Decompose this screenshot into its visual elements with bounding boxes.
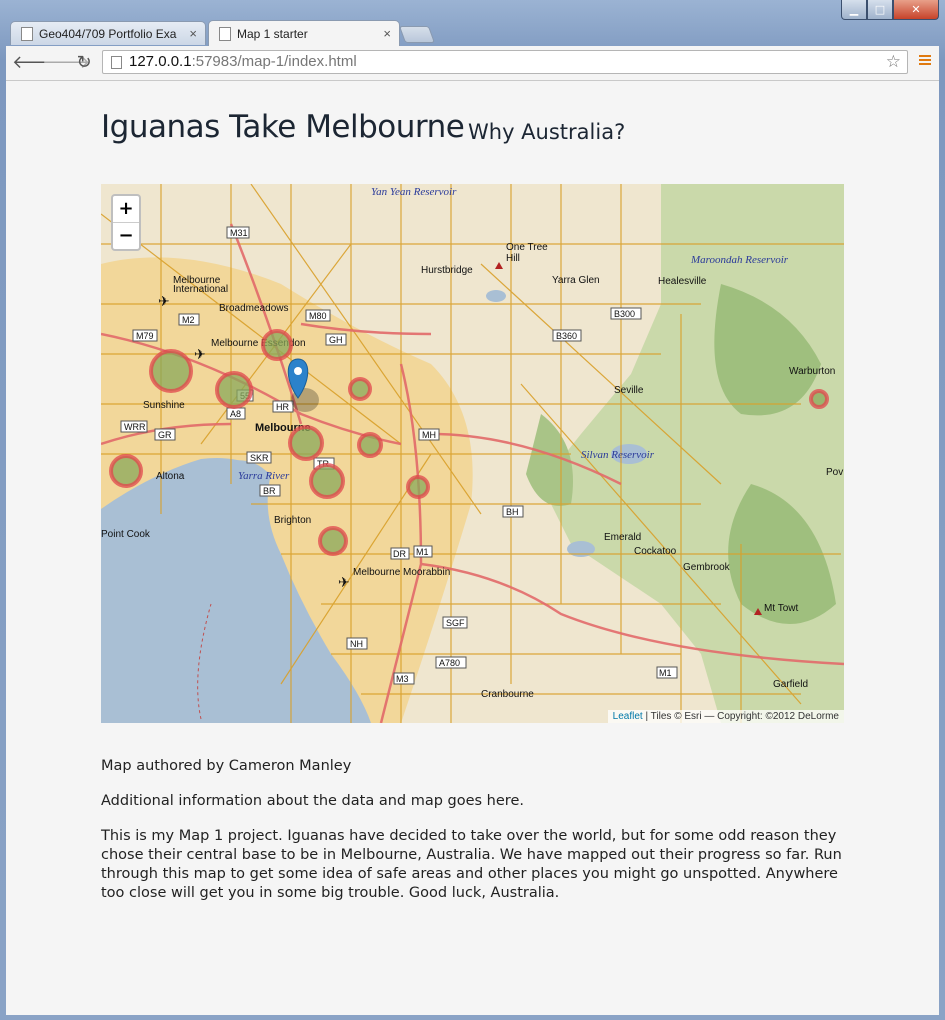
reload-icon[interactable]: ↻: [72, 51, 96, 75]
map-label-cranbourne: Cranbourne: [481, 689, 534, 700]
map-label-garfield: Garfield: [773, 679, 808, 690]
author-line: Map authored by Cameron Manley: [101, 758, 352, 774]
svg-text:HR: HR: [276, 402, 289, 412]
svg-text:MH: MH: [422, 430, 436, 440]
zoom-out-button[interactable]: −: [113, 222, 139, 249]
browser-toolbar: 🡐 🡒 ↻ 127.0.0.1:57983/map-1/index.html ☆: [6, 46, 939, 81]
map-label-yan-yean: Yan Yean Reservoir: [371, 186, 457, 198]
page-subtitle: Why Australia?: [468, 120, 626, 144]
svg-text:M31: M31: [230, 228, 248, 238]
map-label-cockatoo: Cockatoo: [634, 546, 677, 557]
svg-text:Hill: Hill: [506, 253, 520, 264]
forward-icon[interactable]: 🡒: [42, 51, 90, 75]
map-label-point-cook: Point Cook: [101, 529, 151, 540]
page-icon: [219, 26, 231, 41]
svg-text:SKR: SKR: [250, 453, 269, 463]
svg-text:M2: M2: [182, 315, 195, 325]
svg-text:WRR: WRR: [124, 422, 146, 432]
svg-text:A780: A780: [439, 658, 460, 668]
window-controls: ▁ □ ✕: [841, 0, 939, 20]
menu-icon[interactable]: [919, 53, 931, 67]
map-label-healesville: Healesville: [658, 276, 707, 287]
map-label-mt-towt: Mt Towt: [764, 603, 798, 614]
svg-text:B300: B300: [614, 309, 635, 319]
tab-label: Map 1 starter: [237, 26, 308, 41]
tab-map-1-starter[interactable]: Map 1 starter ×: [208, 20, 400, 46]
svg-text:M1: M1: [416, 547, 429, 557]
svg-text:BR: BR: [263, 486, 276, 496]
svg-text:M3: M3: [396, 674, 409, 684]
map-label-gembrook: Gembrook: [683, 562, 731, 573]
svg-text:DR: DR: [393, 549, 406, 559]
svg-text:A8: A8: [230, 409, 241, 419]
maximize-button[interactable]: □: [867, 0, 893, 20]
svg-text:B360: B360: [556, 331, 577, 341]
map-label-yarra-glen: Yarra Glen: [552, 275, 600, 286]
minimize-button[interactable]: ▁: [841, 0, 867, 20]
svg-text:M80: M80: [309, 311, 327, 321]
map-attribution: Leaflet | Tiles © Esri — Copyright: ©201…: [607, 710, 844, 723]
tab-close-icon[interactable]: ×: [383, 26, 391, 41]
svg-text:✈: ✈: [194, 346, 206, 362]
tab-portfolio[interactable]: Geo404/709 Portfolio Exa ×: [10, 21, 206, 45]
leaflet-link[interactable]: Leaflet: [613, 711, 643, 722]
map-label-yarra-river: Yarra River: [238, 470, 290, 482]
map-label-brighton: Brighton: [274, 515, 311, 526]
leaflet-map[interactable]: One Tree Hill Hurstbridge Yarra Glen Hea…: [101, 184, 844, 723]
description-paragraph: This is my Map 1 project. Iguanas have d…: [101, 828, 842, 901]
back-icon[interactable]: 🡐: [12, 51, 60, 75]
map-label-sunshine: Sunshine: [143, 400, 185, 411]
tab-label: Geo404/709 Portfolio Exa: [39, 26, 177, 41]
map-label-maroondah: Maroondah Reservoir: [690, 254, 789, 266]
url-host: 127.0.0.1: [129, 53, 192, 70]
svg-text:M79: M79: [136, 331, 154, 341]
svg-text:NH: NH: [350, 639, 363, 649]
map-label-seville: Seville: [614, 385, 644, 396]
svg-text:GR: GR: [158, 430, 172, 440]
browser-window: ▁ □ ✕ Geo404/709 Portfolio Exa × Map 1 s…: [0, 0, 945, 1020]
zoom-in-button[interactable]: +: [113, 196, 139, 222]
info-line: Additional information about the data an…: [101, 793, 524, 809]
new-tab-button[interactable]: [398, 26, 436, 43]
map-label-moorabbin: Melbourne Moorabbin: [353, 567, 450, 578]
map-label-silvan: Silvan Reservoir: [581, 449, 655, 461]
map-label-one-tree-hill: One Tree: [506, 242, 548, 253]
map-label-warburton: Warburton: [789, 366, 835, 377]
svg-text:International: International: [173, 284, 228, 295]
attribution-text: | Tiles © Esri — Copyright: ©2012 DeLorm…: [642, 711, 839, 722]
svg-text:SGF: SGF: [446, 618, 465, 628]
tab-strip: Geo404/709 Portfolio Exa × Map 1 starter…: [10, 19, 940, 46]
bookmark-star-icon[interactable]: ☆: [886, 51, 901, 73]
svg-text:GH: GH: [329, 335, 343, 345]
map-label-broadmeadows: Broadmeadows: [219, 303, 288, 314]
zoom-control: + −: [111, 194, 141, 251]
svg-text:M1: M1: [659, 668, 672, 678]
page-content: Iguanas Take Melbourne Why Australia? On…: [6, 81, 939, 1015]
map-label-emerald: Emerald: [604, 532, 641, 543]
url-path: :57983/map-1/index.html: [191, 53, 357, 70]
map-label-hurstbridge: Hurstbridge: [421, 265, 473, 276]
close-window-button[interactable]: ✕: [893, 0, 939, 20]
map-label-altona: Altona: [156, 471, 185, 482]
page-icon: [21, 26, 33, 41]
svg-text:✈: ✈: [158, 293, 170, 309]
address-bar[interactable]: 127.0.0.1:57983/map-1/index.html ☆: [102, 50, 908, 74]
tab-close-icon[interactable]: ×: [189, 26, 197, 41]
map-label-pow: Pov: [826, 467, 843, 478]
map-tiles[interactable]: One Tree Hill Hurstbridge Yarra Glen Hea…: [101, 184, 844, 723]
page-title: Iguanas Take Melbourne: [101, 109, 465, 145]
svg-text:BH: BH: [506, 507, 519, 517]
svg-text:✈: ✈: [338, 574, 350, 590]
page-icon: [111, 56, 122, 69]
